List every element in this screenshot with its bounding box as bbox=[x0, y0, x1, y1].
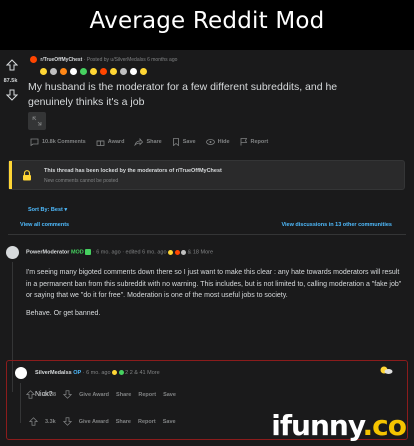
award-icon bbox=[181, 249, 187, 255]
comment-paragraph: Nick? bbox=[35, 391, 53, 398]
thread-line[interactable] bbox=[20, 383, 21, 423]
award-trophy-icon bbox=[120, 68, 127, 75]
post-meta: r/TrueOffMyChest · Posted by u/SilverMed… bbox=[30, 56, 177, 63]
upvote-icon[interactable] bbox=[29, 417, 38, 426]
save-button[interactable]: Save bbox=[163, 419, 176, 425]
locked-thread-notice: This thread has been locked by the moder… bbox=[8, 160, 405, 190]
lock-notice-title: This thread has been locked by the moder… bbox=[44, 168, 222, 174]
view-all-comments-link[interactable]: View all comments bbox=[20, 222, 69, 228]
share-label: Share bbox=[146, 139, 162, 145]
hide-button[interactable]: Hide bbox=[205, 138, 230, 146]
save-label: Save bbox=[182, 139, 196, 145]
give-award-button[interactable]: Give Award bbox=[79, 419, 109, 425]
awards-row bbox=[40, 68, 147, 75]
award-icon bbox=[118, 370, 124, 376]
award-label: Award bbox=[107, 139, 125, 145]
share-button[interactable]: Share bbox=[134, 138, 162, 146]
more-awards: & 18 More bbox=[187, 249, 214, 256]
avatar[interactable] bbox=[15, 367, 27, 379]
award-icon bbox=[168, 249, 174, 255]
comment-actions: 3.3k Give Award Share Report Save bbox=[29, 417, 176, 426]
comment-header: PowerModerator MOD · 6 mo. ago · edited … bbox=[26, 249, 213, 255]
lock-icon bbox=[23, 170, 31, 181]
award-button[interactable]: Award bbox=[96, 138, 125, 146]
comment-score: 3.3k bbox=[45, 418, 56, 425]
expand-media-button[interactable] bbox=[28, 112, 46, 130]
upvote-icon[interactable] bbox=[5, 59, 19, 71]
comment-meta: · 6 mo. ago bbox=[82, 370, 111, 376]
award-helpful-icon bbox=[80, 68, 87, 75]
op-badge: OP bbox=[73, 370, 82, 376]
hide-label: Hide bbox=[217, 139, 230, 145]
award-sun-icon bbox=[380, 366, 393, 374]
share-button[interactable]: Share bbox=[116, 419, 131, 425]
award-star-icon bbox=[110, 68, 117, 75]
notice-accent-bar bbox=[9, 161, 12, 189]
post-score: 87.5k bbox=[3, 78, 18, 84]
comments-button[interactable]: 10.8k Comments bbox=[30, 138, 86, 146]
more-awards: 2 2 & 41 More bbox=[125, 370, 160, 376]
award-icon bbox=[112, 370, 118, 376]
view-discussions-link[interactable]: View discussions in 13 other communities bbox=[281, 222, 392, 228]
watermark-suffix: .co bbox=[362, 409, 407, 442]
award-hug-icon bbox=[140, 68, 147, 75]
report-label: Report bbox=[250, 139, 269, 145]
downvote-icon[interactable] bbox=[62, 417, 72, 426]
award-rocket-icon bbox=[100, 68, 107, 75]
award-fire-icon bbox=[60, 68, 67, 75]
comment-body: I'm seeing many bigoted comments down th… bbox=[26, 267, 402, 326]
award-wholesome-icon bbox=[90, 68, 97, 75]
save-button[interactable]: Save bbox=[172, 138, 196, 146]
sort-dropdown[interactable]: Sort By: Best ▾ bbox=[28, 207, 67, 213]
award-icon bbox=[174, 249, 180, 255]
divider bbox=[8, 234, 406, 235]
shield-icon bbox=[85, 249, 92, 255]
comment-paragraph: Behave. Or get banned. bbox=[26, 310, 101, 318]
gift-icon bbox=[96, 140, 105, 146]
award-cat-icon bbox=[130, 68, 137, 75]
report-button[interactable]: Report bbox=[138, 419, 156, 425]
ifunny-watermark: ifunny.co bbox=[271, 409, 407, 442]
share-icon bbox=[134, 138, 144, 146]
subreddit-icon bbox=[30, 56, 37, 63]
downvote-icon[interactable] bbox=[5, 89, 19, 101]
lock-notice-subtitle: New comments cannot be posted bbox=[44, 178, 119, 184]
comment-meta: · 6 mo. ago · edited 6 mo. ago bbox=[92, 249, 167, 256]
comment-paragraph: I'm seeing many bigoted comments down th… bbox=[26, 269, 402, 300]
posted-by: · Posted by u/SilverMedalss 6 months ago bbox=[83, 56, 178, 63]
bookmark-icon bbox=[172, 138, 179, 146]
award-ghost-icon bbox=[70, 68, 77, 75]
award-gold-icon bbox=[40, 68, 47, 75]
eye-icon bbox=[205, 139, 215, 145]
post-actions: 10.8k Comments Award Share Save Hide Rep… bbox=[30, 138, 268, 146]
flag-icon bbox=[240, 138, 247, 146]
comment-body: Nick? bbox=[35, 389, 411, 407]
comments-label: 10.8k Comments bbox=[42, 139, 86, 145]
award-silver-icon bbox=[50, 68, 57, 75]
post-vote-column: 87.5k bbox=[3, 58, 21, 106]
comment-author[interactable]: PowerModerator bbox=[26, 249, 69, 255]
comment-author[interactable]: SilverMedalss bbox=[35, 370, 72, 376]
subreddit-link[interactable]: r/TrueOffMyChest bbox=[40, 57, 82, 63]
reddit-post: 87.5k r/TrueOffMyChest · Posted by u/Sil… bbox=[0, 50, 414, 446]
mod-badge: MOD bbox=[70, 249, 84, 256]
expand-icon bbox=[32, 116, 42, 126]
report-button[interactable]: Report bbox=[240, 138, 269, 146]
comment-icon bbox=[30, 138, 39, 146]
post-title[interactable]: My husband is the moderator for a few di… bbox=[28, 80, 378, 110]
comment-header: SilverMedalss OP · 6 mo. ago 2 2 & 41 Mo… bbox=[35, 370, 160, 376]
avatar[interactable] bbox=[6, 246, 19, 259]
meme-caption: Average Reddit Mod bbox=[89, 8, 325, 34]
watermark-main: ifunny bbox=[271, 409, 363, 442]
